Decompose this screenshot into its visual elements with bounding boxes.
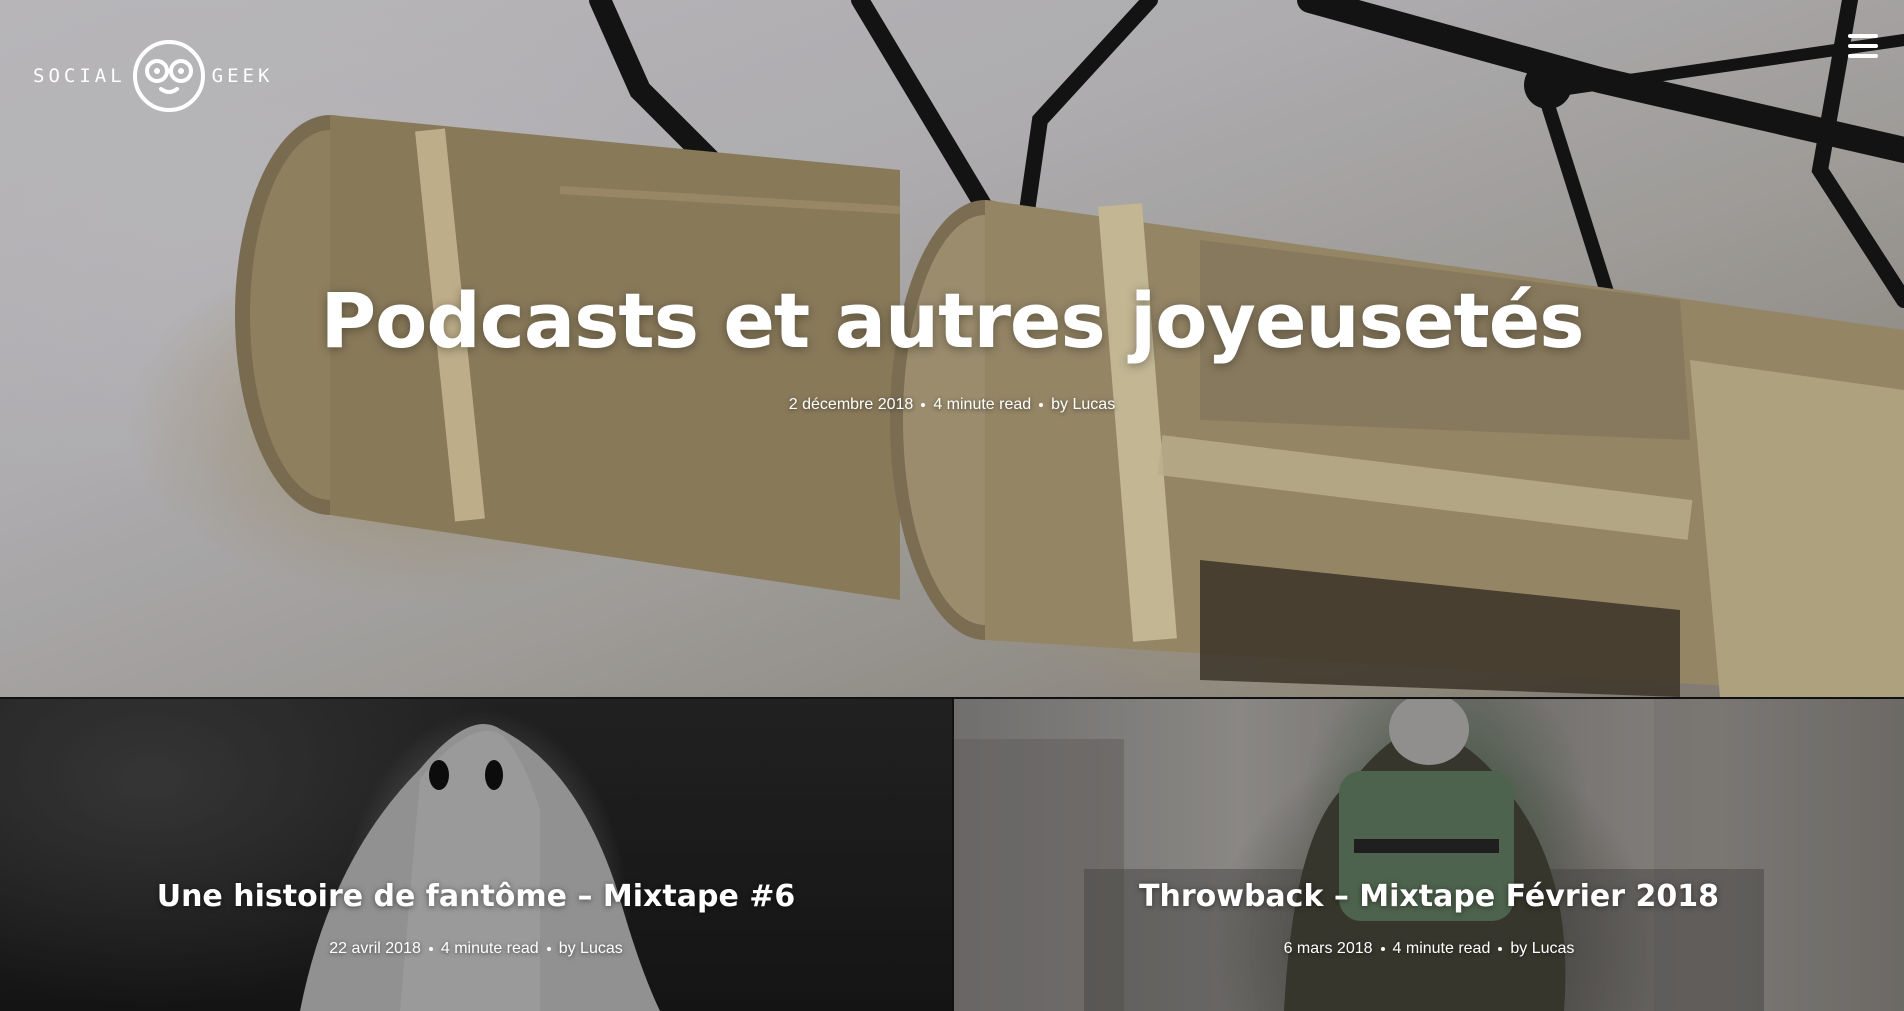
meta-separator xyxy=(1039,402,1044,407)
logo-text-social: SOCIAL xyxy=(33,65,126,87)
post-read-time: 4 minute read xyxy=(933,396,1032,413)
logo-text-geek: GEEK xyxy=(211,65,274,87)
post-read-time: 4 minute read xyxy=(1392,940,1491,957)
geek-face-glasses-icon xyxy=(132,40,205,112)
site-logo[interactable]: SOCIAL GEEK xyxy=(33,40,273,112)
meta-separator xyxy=(428,946,433,951)
hamburger-menu-icon[interactable] xyxy=(1848,34,1878,62)
meta-separator xyxy=(1498,946,1503,951)
post-author[interactable]: by Lucas xyxy=(559,940,623,957)
meta-separator xyxy=(1380,946,1385,951)
post-card-1[interactable]: Une histoire de fantôme – Mixtape #6 22 … xyxy=(0,699,952,1011)
post-author[interactable]: by Lucas xyxy=(1510,940,1574,957)
meta-separator xyxy=(921,402,926,407)
meta-separator xyxy=(546,946,551,951)
post-author[interactable]: by Lucas xyxy=(1051,396,1115,413)
post-card-title[interactable]: Throwback – Mixtape Février 2018 xyxy=(954,879,1904,914)
hero-post-meta: 2 décembre 2018 4 minute read by Lucas xyxy=(0,396,1904,414)
hero-post-title[interactable]: Podcasts et autres joyeusetés xyxy=(0,276,1904,365)
post-read-time: 4 minute read xyxy=(440,940,539,957)
post-card-meta: 22 avril 2018 4 minute read by Lucas xyxy=(0,940,952,958)
post-date: 22 avril 2018 xyxy=(329,940,421,957)
post-card-title[interactable]: Une histoire de fantôme – Mixtape #6 xyxy=(0,879,952,914)
post-card-2[interactable]: Throwback – Mixtape Février 2018 6 mars … xyxy=(954,699,1904,1011)
post-date: 6 mars 2018 xyxy=(1283,940,1373,957)
post-card-meta: 6 mars 2018 4 minute read by Lucas xyxy=(954,940,1904,958)
hero-featured-post[interactable]: SOCIAL GEEK Podcasts et autres joyeuseté… xyxy=(0,0,1904,697)
post-date: 2 décembre 2018 xyxy=(788,396,914,413)
